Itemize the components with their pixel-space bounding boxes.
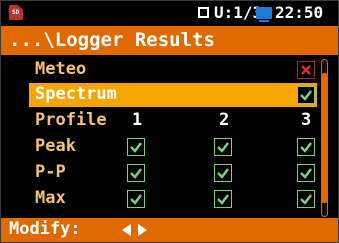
p-p-checkbox-1[interactable] [127, 164, 145, 182]
profile-column-2: 2 [219, 110, 230, 130]
check-icon [217, 194, 229, 205]
check-icon [300, 90, 312, 101]
profile-column-3: 3 [301, 110, 312, 130]
list-item-label: Profile [35, 110, 107, 130]
hint-bar: Modify: [1, 218, 338, 242]
list-item-label: Meteo [35, 59, 87, 79]
device-screen: SD U:1/3 22:50 ...\Logger Results Meteo … [0, 0, 339, 243]
arrow-right-icon[interactable] [138, 224, 147, 236]
list-item-p-p: P-P [29, 161, 317, 185]
status-bar: SD U:1/3 22:50 [1, 1, 338, 26]
arrow-left-icon[interactable] [122, 224, 131, 236]
list-item-label: Max [35, 188, 66, 208]
battery-icon [256, 7, 272, 22]
peak-checkbox-2[interactable] [214, 138, 232, 156]
profile-column-1: 1 [132, 110, 143, 130]
list-item-peak: Peak [29, 135, 317, 159]
list-item-label: Peak [35, 136, 76, 156]
list-item-label: P-P [35, 162, 66, 182]
peak-checkbox-1[interactable] [127, 138, 145, 156]
page-indicator: U:1/3 [214, 3, 263, 22]
check-icon [130, 194, 142, 205]
hint-text: Modify: [9, 219, 81, 239]
meteo-checkbox[interactable] [297, 61, 315, 79]
page-title: ...\Logger Results [9, 29, 215, 51]
check-icon [300, 194, 312, 205]
p-p-checkbox-3[interactable] [297, 164, 315, 182]
p-p-checkbox-2[interactable] [214, 164, 232, 182]
check-icon [300, 168, 312, 179]
sd-card-icon: SD [9, 5, 23, 20]
list-item-spectrum[interactable]: Spectrum [29, 83, 317, 107]
scrollbar[interactable] [319, 59, 329, 217]
check-icon [217, 168, 229, 179]
list-item-meteo[interactable]: Meteo [29, 58, 317, 82]
max-checkbox-2[interactable] [214, 190, 232, 208]
check-icon [130, 142, 142, 153]
peak-checkbox-3[interactable] [297, 138, 315, 156]
list-item-profile: Profile 1 2 3 [29, 109, 317, 133]
check-icon [300, 142, 312, 153]
title-bar: ...\Logger Results [1, 26, 338, 55]
scroll-thumb[interactable] [321, 73, 328, 203]
spectrum-checkbox[interactable] [297, 86, 315, 104]
clock: 22:50 [275, 3, 324, 22]
check-icon [130, 168, 142, 179]
list-item-max: Max [29, 187, 317, 211]
list-item-label: Spectrum [35, 84, 117, 104]
measurement-state-icon [198, 7, 209, 18]
check-icon [217, 142, 229, 153]
max-checkbox-1[interactable] [127, 190, 145, 208]
cross-icon [301, 65, 311, 75]
max-checkbox-3[interactable] [297, 190, 315, 208]
